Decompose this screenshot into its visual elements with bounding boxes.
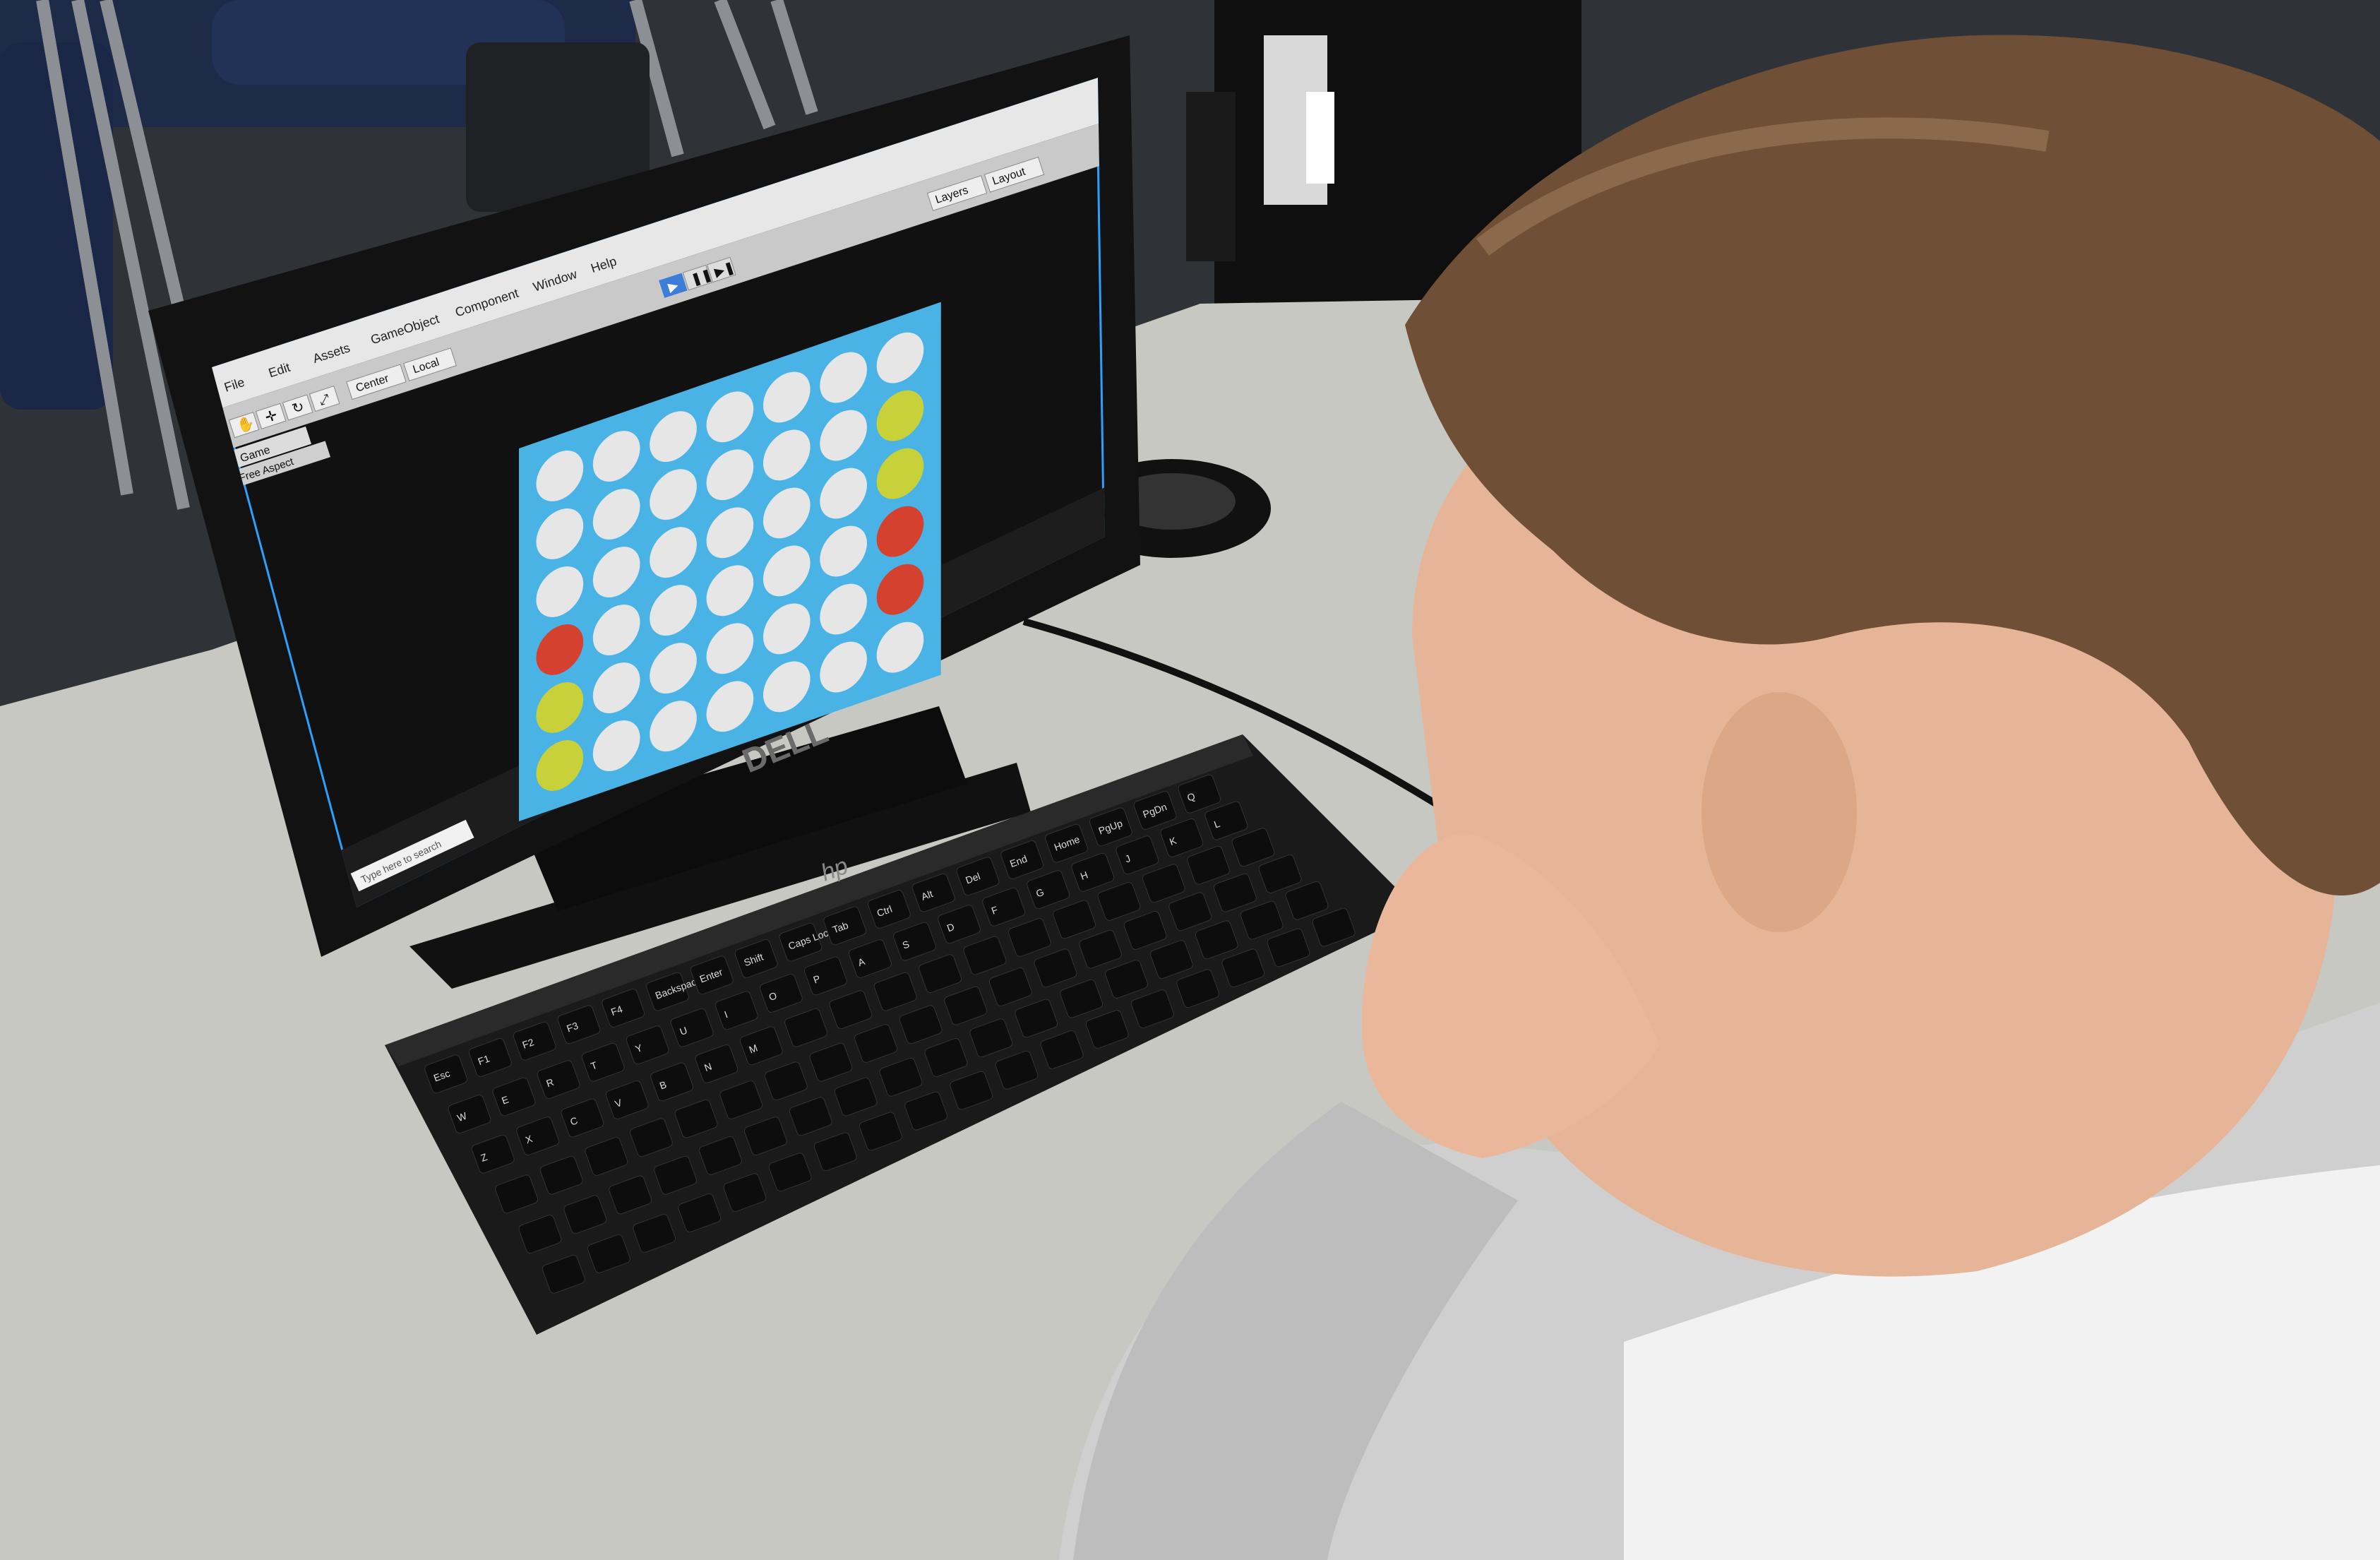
photo-scene: DELL FileEditAssetsGameObjectComponentWi…	[0, 0, 2380, 1560]
